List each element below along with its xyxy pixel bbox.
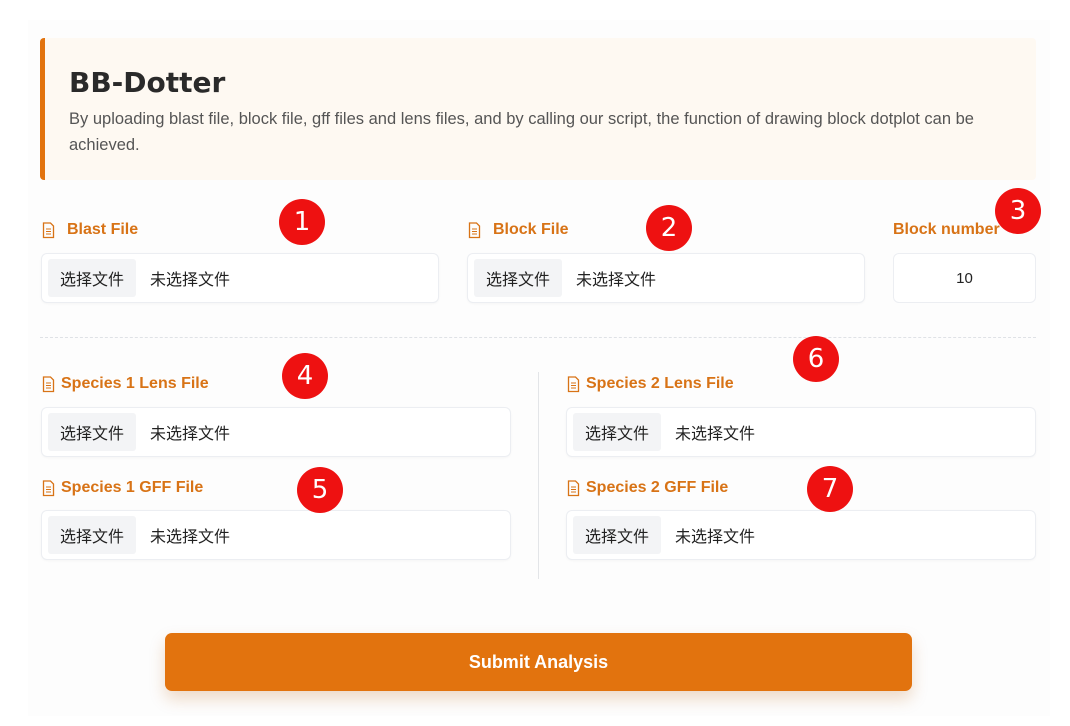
species2-lens-label: Species 2 Lens File (567, 375, 734, 393)
annotation-badge-4: 4 (282, 353, 328, 399)
species2-gff-input[interactable]: 选择文件 未选择文件 (566, 510, 1036, 560)
block-number-label: Block number (893, 221, 1000, 239)
page-title: BB-Dotter (69, 66, 226, 99)
blast-choose-file-button[interactable]: 选择文件 (48, 259, 137, 297)
species2-gff-status: 未选择文件 (675, 527, 756, 546)
species1-lens-input[interactable]: 选择文件 未选择文件 (41, 407, 511, 457)
annotation-badge-2: 2 (646, 205, 692, 251)
annotation-badge-6: 6 (793, 336, 839, 382)
species1-gff-label: Species 1 GFF File (42, 479, 203, 497)
species1-lens-label-text: Species 1 Lens File (61, 375, 209, 392)
column-divider (538, 372, 539, 579)
section-divider (40, 337, 1036, 338)
page-description: By uploading blast file, block file, gff… (69, 110, 974, 154)
species2-gff-label: Species 2 GFF File (567, 479, 728, 497)
block-file-label: Block File (468, 221, 569, 239)
species1-gff-input[interactable]: 选择文件 未选择文件 (41, 510, 511, 560)
annotation-badge-3: 3 (995, 188, 1041, 234)
blast-file-label-text: Blast File (67, 221, 139, 238)
block-file-status: 未选择文件 (576, 270, 657, 289)
block-choose-file-button[interactable]: 选择文件 (474, 259, 563, 297)
submit-analysis-button[interactable]: Submit Analysis (165, 633, 912, 691)
document-icon (567, 479, 580, 496)
annotation-badge-1: 1 (279, 199, 325, 245)
species2-lens-label-text: Species 2 Lens File (586, 375, 734, 392)
species2-lens-status: 未选择文件 (675, 424, 756, 443)
header-panel: BB-Dotter By uploading blast file, block… (40, 38, 1036, 180)
species1-lens-label: Species 1 Lens File (42, 375, 209, 393)
block-file-input[interactable]: 选择文件 未选择文件 (467, 253, 865, 303)
document-icon (567, 375, 580, 392)
annotation-badge-5: 5 (297, 467, 343, 513)
block-number-input[interactable]: 10 (893, 253, 1036, 303)
species2-lens-input[interactable]: 选择文件 未选择文件 (566, 407, 1036, 457)
species2-lens-choose-button[interactable]: 选择文件 (573, 413, 662, 451)
species2-gff-label-text: Species 2 GFF File (586, 479, 729, 496)
block-number-label-text: Block number (893, 221, 1000, 238)
species1-gff-label-text: Species 1 GFF File (61, 479, 204, 496)
document-icon (42, 375, 55, 392)
blast-file-input[interactable]: 选择文件 未选择文件 (41, 253, 439, 303)
document-icon (42, 479, 55, 496)
species1-gff-status: 未选择文件 (150, 527, 231, 546)
block-file-label-text: Block File (493, 221, 569, 238)
species1-gff-choose-button[interactable]: 选择文件 (48, 516, 137, 554)
species2-gff-choose-button[interactable]: 选择文件 (573, 516, 662, 554)
blast-file-label: Blast File (42, 221, 138, 239)
document-icon (42, 221, 55, 238)
blast-file-status: 未选择文件 (150, 270, 231, 289)
species1-lens-status: 未选择文件 (150, 424, 231, 443)
document-icon (468, 221, 481, 238)
species1-lens-choose-button[interactable]: 选择文件 (48, 413, 137, 451)
annotation-badge-7: 7 (807, 466, 853, 512)
